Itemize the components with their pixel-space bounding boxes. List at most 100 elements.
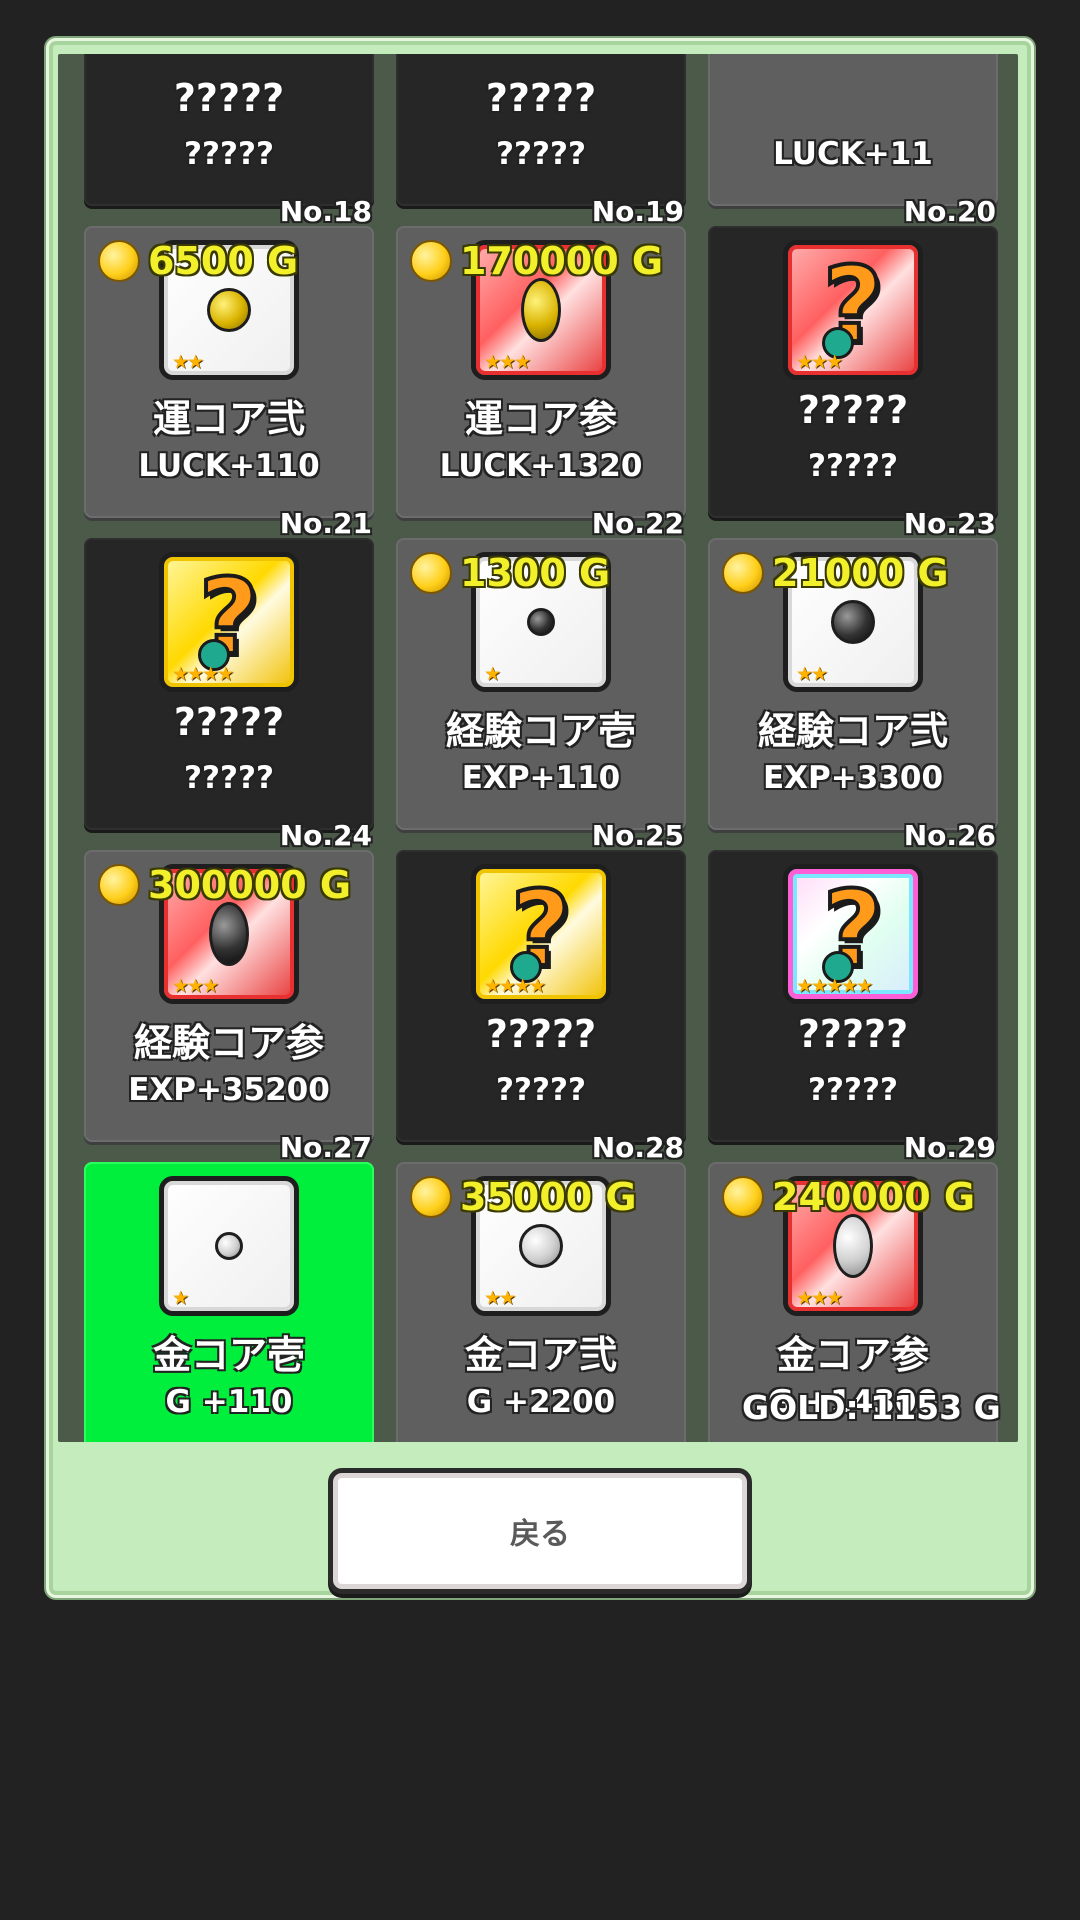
item-name: ????? <box>173 76 285 120</box>
back-button[interactable]: 戻る <box>328 1468 752 1594</box>
item-cell[interactable]: ★★★ 300000 G 経験コア参 EXP+35200 No.27 <box>84 850 374 1164</box>
price-tag: 240000 G <box>722 1174 975 1220</box>
item-stat: ????? <box>184 760 274 796</box>
gold-coin-icon <box>410 552 452 594</box>
item-stat: LUCK+110 <box>138 448 320 484</box>
rarity-stars: ★ <box>484 663 501 685</box>
mystery-item-icon: ? ★★★ <box>783 240 923 380</box>
price-text: 1300 G <box>460 551 611 595</box>
core-orb-icon <box>833 1214 873 1278</box>
item-number: No.27 <box>279 1131 372 1164</box>
price-text: 170000 G <box>460 239 664 283</box>
rarity-stars: ★★★ <box>796 351 843 373</box>
gold-coin-icon <box>410 1176 452 1218</box>
price-text: 6500 G <box>148 239 299 283</box>
rarity-stars: ★★ <box>484 1287 516 1309</box>
price-tag: 1300 G <box>410 550 610 596</box>
core-orb-icon <box>831 600 875 644</box>
item-number: No.20 <box>903 195 996 228</box>
price-tag: 35000 G <box>410 1174 637 1220</box>
item-name: ????? <box>797 1012 909 1056</box>
item-stat: ????? <box>184 136 274 172</box>
item-stat: EXP+110 <box>461 760 621 796</box>
item-cell[interactable]: ★★35000 G金コア弐G +2200No.31 <box>396 1162 686 1442</box>
price-text: 240000 G <box>772 1175 976 1219</box>
item-stat: ????? <box>808 448 898 484</box>
item-grid[interactable]: ?????????? No.18?????????? No.19 LUCK+11 No.… <box>58 54 1018 1442</box>
item-name: 経験コア弐 <box>757 709 948 753</box>
item-name: ????? <box>173 700 285 744</box>
rarity-stars: ★★★★ <box>172 663 234 685</box>
rarity-stars: ★★★ <box>796 1287 843 1309</box>
item-stat: G +110 <box>165 1384 293 1420</box>
item-stat: ????? <box>496 1072 586 1108</box>
item-name: ????? <box>485 1012 597 1056</box>
item-stat: LUCK+11 <box>773 136 933 172</box>
gold-coin-icon <box>722 552 764 594</box>
item-stat: ????? <box>808 1072 898 1108</box>
item-cell[interactable]: ?????????? No.19 <box>396 54 686 228</box>
item-cell[interactable]: LUCK+11 No.20 <box>708 54 998 228</box>
item-cell[interactable]: ? ★★★★?????????? No.24 <box>84 538 374 852</box>
item-cell[interactable]: ★金コア壱G +110No.30 <box>84 1162 374 1442</box>
item-stat: ????? <box>496 136 586 172</box>
item-grid-inner: ?????????? No.18?????????? No.19 LUCK+11 No.… <box>58 54 1018 1442</box>
item-stat: EXP+3300 <box>762 760 944 796</box>
item-stat: LUCK+1320 <box>439 448 643 484</box>
item-number: No.23 <box>903 507 996 540</box>
rarity-stars: ★★ <box>796 663 828 685</box>
price-tag: 300000 G <box>98 862 351 908</box>
gold-total-label: GOLD: 1153 G <box>742 1388 1001 1427</box>
item-name: 運コア弐 <box>152 397 305 441</box>
item-cell[interactable]: ? ★★★★?????????? No.28 <box>396 850 686 1164</box>
core-orb-icon <box>519 1224 563 1268</box>
gold-coin-icon <box>410 240 452 282</box>
item-number: No.25 <box>591 819 684 852</box>
item-stat: G +2200 <box>466 1384 616 1420</box>
item-name: 金コア壱 <box>152 1333 305 1377</box>
core-orb-icon <box>207 288 251 332</box>
core-orb-icon <box>527 608 555 636</box>
item-cell[interactable]: ★★★ 170000 G 運コア参 LUCK+1320 No.22 <box>396 226 686 540</box>
item-cell[interactable]: ? ★★★?????????? No.23 <box>708 226 998 540</box>
mystery-item-icon: ? ★★★★ <box>471 864 611 1004</box>
item-cell[interactable]: ★ 1300 G 経験コア壱 EXP+110 No.25 <box>396 538 686 852</box>
item-cell[interactable]: ★★ 21000 G 経験コア弐 EXP+3300 No.26 <box>708 538 998 852</box>
mystery-item-icon: ? ★★★★ <box>159 552 299 692</box>
price-text: 300000 G <box>148 863 352 907</box>
rarity-stars: ★★★★★ <box>796 975 873 997</box>
rarity-stars: ★ <box>172 1287 189 1309</box>
item-number: No.24 <box>279 819 372 852</box>
item-cell[interactable]: ★★ 6500 G 運コア弐 LUCK+110 No.21 <box>84 226 374 540</box>
rarity-stars: ★★★ <box>172 975 219 997</box>
gold-coin-icon <box>98 240 140 282</box>
item-stat: EXP+35200 <box>128 1072 330 1108</box>
price-tag: 6500 G <box>98 238 298 284</box>
item-number: No.19 <box>591 195 684 228</box>
item-name: 金コア弐 <box>464 1333 617 1377</box>
gold-coin-icon <box>98 864 140 906</box>
price-text: 21000 G <box>772 551 949 595</box>
item-cell[interactable]: ?????????? No.18 <box>84 54 374 228</box>
item-number: No.26 <box>903 819 996 852</box>
item-name: 金コア参 <box>776 1333 929 1377</box>
item-number: No.21 <box>279 507 372 540</box>
item-number: No.29 <box>903 1131 996 1164</box>
mystery-item-icon: ? ★★★★★ <box>783 864 923 1004</box>
rarity-stars: ★★★ <box>484 351 531 373</box>
item-name: 経験コア壱 <box>445 709 636 753</box>
item-name: ????? <box>797 388 909 432</box>
price-tag: 170000 G <box>410 238 663 284</box>
rarity-stars: ★★ <box>172 351 204 373</box>
item-number: No.18 <box>279 195 372 228</box>
core-item-icon: ★ <box>159 1176 299 1316</box>
item-name: 運コア参 <box>464 397 617 441</box>
price-text: 35000 G <box>460 1175 637 1219</box>
item-number: No.28 <box>591 1131 684 1164</box>
item-name: 経験コア参 <box>133 1021 324 1065</box>
core-orb-icon <box>209 902 249 966</box>
item-cell[interactable]: ? ★★★★★?????????? No.29 <box>708 850 998 1164</box>
gold-coin-icon <box>722 1176 764 1218</box>
item-name: ????? <box>485 76 597 120</box>
rarity-stars: ★★★★ <box>484 975 546 997</box>
